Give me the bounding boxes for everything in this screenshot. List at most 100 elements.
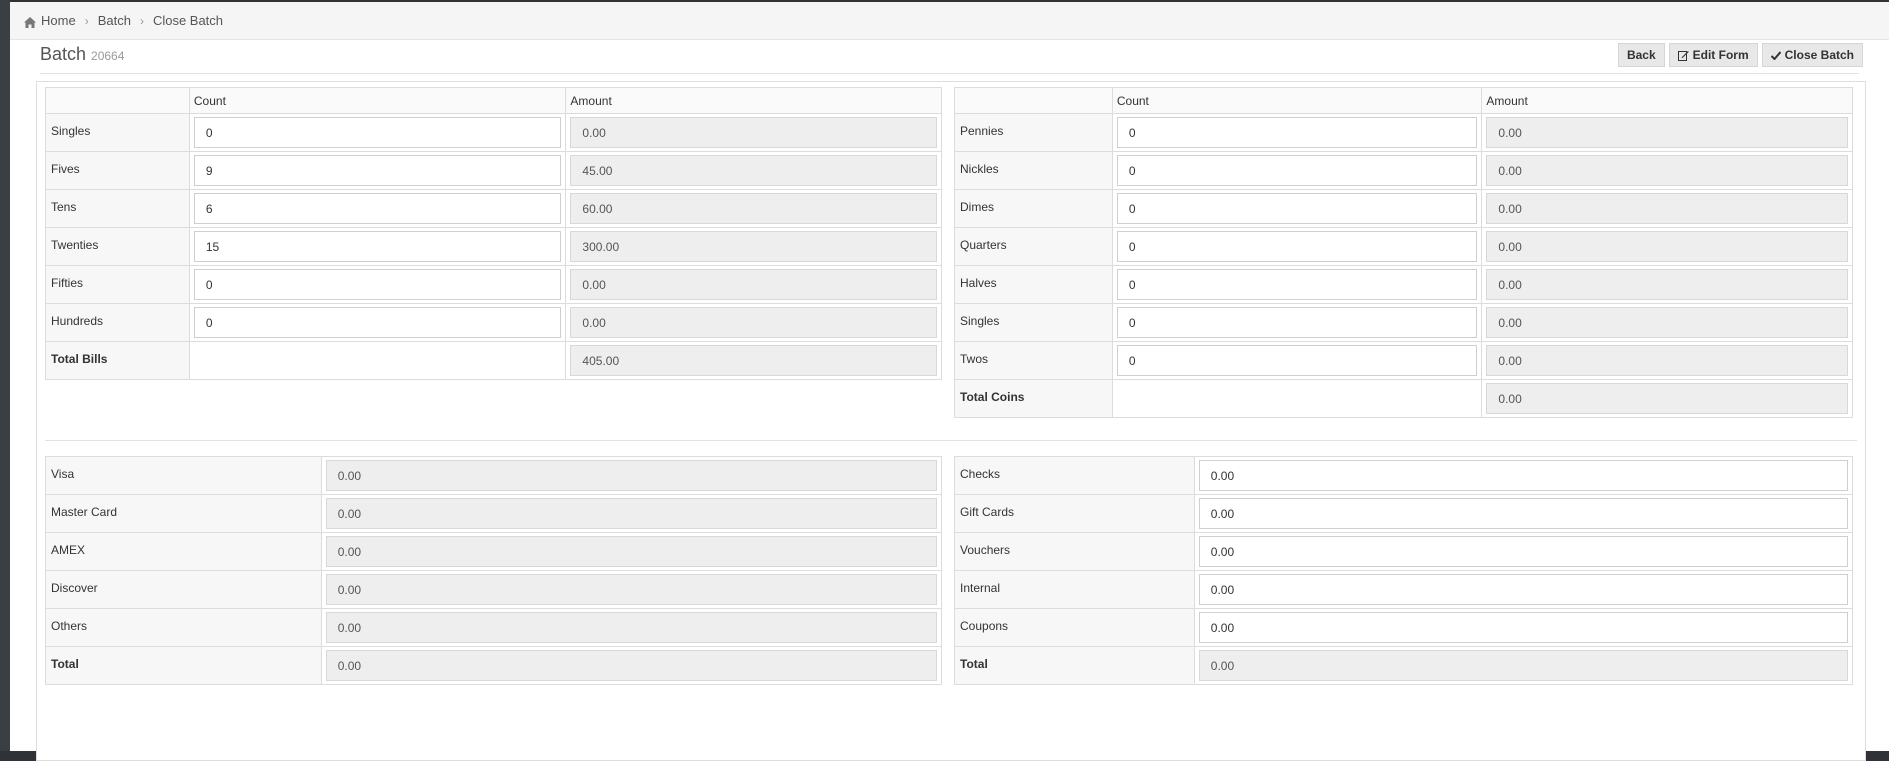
vouchers-amount-input[interactable] [1198, 536, 1848, 567]
bill-count-input[interactable] [193, 307, 562, 338]
coin-label: Dimes [954, 189, 1113, 228]
table-row: Fives [45, 151, 942, 190]
bill-amount-field [570, 193, 937, 224]
coin-label: Twos [954, 341, 1113, 380]
card-amount-field [325, 536, 937, 567]
bill-label: Singles [45, 113, 190, 152]
bill-label: Twenties [45, 227, 190, 266]
bill-label: Fives [45, 151, 190, 190]
close-batch-button[interactable]: Close Batch [1761, 43, 1863, 67]
total-bills-label: Total Bills [45, 341, 190, 380]
bill-count-input[interactable] [193, 231, 562, 262]
coins-header-blank [954, 87, 1113, 114]
bills-count-header: Count [188, 87, 567, 114]
total-coins-label: Total Coins [954, 379, 1113, 418]
card-amount-field [325, 460, 937, 491]
bills-header-row: Count Amount [45, 87, 942, 114]
card-label: Visa [45, 456, 322, 495]
table-row: Pennies [954, 113, 1853, 152]
cards-total-row: Total [45, 646, 943, 685]
edit-form-button[interactable]: Edit Form [1668, 43, 1758, 67]
coin-count-input[interactable] [1116, 307, 1478, 338]
table-row: Dimes [954, 189, 1853, 228]
coin-amount-field [1486, 231, 1848, 262]
cards-total-label: Total [45, 646, 322, 685]
bill-label: Hundreds [45, 303, 190, 342]
coin-count-input[interactable] [1116, 155, 1478, 186]
breadcrumb-batch-link[interactable]: Batch [98, 13, 131, 28]
total-coins-field [1486, 383, 1848, 414]
coins-amount-header: Amount [1481, 87, 1853, 114]
coin-count-input[interactable] [1116, 345, 1478, 376]
total-bills-field [570, 345, 937, 376]
tender-label: Gift Cards [954, 494, 1195, 533]
coins-table: Count Amount Pennies Nickles Dimes Quart… [954, 87, 1853, 418]
close-batch-button-label: Close Batch [1784, 48, 1854, 62]
coin-count-input[interactable] [1116, 193, 1478, 224]
tenders-total-row: Total [954, 646, 1854, 685]
left-sidebar-edge [0, 0, 10, 751]
coins-count-header: Count [1111, 87, 1483, 114]
coupons-amount-input[interactable] [1198, 612, 1848, 643]
batch-id: 20664 [91, 49, 125, 63]
edit-form-button-label: Edit Form [1692, 48, 1749, 62]
table-row: Quarters [954, 227, 1853, 266]
page: Home › Batch › Close Batch Batch 20664 Ba… [10, 2, 1889, 761]
bills-table: Count Amount Singles Fives Tens Twenties [45, 87, 942, 380]
table-row: Singles [954, 303, 1853, 342]
page-title: Batch 20664 [40, 44, 124, 65]
internal-amount-input[interactable] [1198, 574, 1848, 605]
breadcrumb-current: Close Batch [152, 13, 224, 28]
table-row: Discover [45, 570, 943, 609]
coin-count-input[interactable] [1116, 269, 1478, 300]
chevron-right-icon: › [139, 13, 144, 28]
home-icon [24, 16, 36, 28]
table-row: Coupons [954, 608, 1854, 647]
bill-count-input[interactable] [193, 269, 562, 300]
card-label: AMEX [45, 532, 322, 571]
coins-header-row: Count Amount [954, 87, 1853, 114]
table-row: Others [45, 608, 943, 647]
coin-amount-field [1486, 269, 1848, 300]
action-buttons: Back Edit Form Close Batch [1617, 43, 1863, 67]
breadcrumb-home-link[interactable]: Home [41, 13, 76, 28]
coin-label: Quarters [954, 227, 1113, 266]
table-row: Halves [954, 265, 1853, 304]
bills-header-blank [45, 87, 190, 114]
card-label: Discover [45, 570, 322, 609]
coin-label: Halves [954, 265, 1113, 304]
edit-icon [1677, 50, 1689, 61]
tender-label: Vouchers [954, 532, 1195, 571]
bill-count-input[interactable] [193, 193, 562, 224]
checks-amount-input[interactable] [1198, 460, 1848, 491]
coin-count-input[interactable] [1116, 231, 1478, 262]
section-divider [45, 440, 1857, 441]
card-amount-field [325, 612, 937, 643]
coin-count-input[interactable] [1116, 117, 1478, 148]
gift-cards-amount-input[interactable] [1198, 498, 1848, 529]
chevron-right-icon: › [84, 13, 89, 28]
breadcrumb: Home › Batch › Close Batch [10, 2, 1889, 40]
tender-label: Coupons [954, 608, 1195, 647]
empty-cell [1111, 379, 1483, 418]
table-row: Visa [45, 456, 943, 495]
coins-total-row: Total Coins [954, 379, 1853, 418]
coin-amount-field [1486, 345, 1848, 376]
bill-count-input[interactable] [193, 117, 562, 148]
table-row: Hundreds [45, 303, 942, 342]
batch-form-panel: Count Amount Singles Fives Tens Twenties [36, 81, 1866, 761]
bill-count-input[interactable] [193, 155, 562, 186]
coin-label: Singles [954, 303, 1113, 342]
table-row: Vouchers [954, 532, 1854, 571]
back-button[interactable]: Back [1617, 43, 1665, 67]
coin-amount-field [1486, 307, 1848, 338]
coin-amount-field [1486, 193, 1848, 224]
bills-total-row: Total Bills [45, 341, 942, 380]
table-row: Tens [45, 189, 942, 228]
table-row: Internal [954, 570, 1854, 609]
cards-table: Visa Master Card AMEX Discover Others To… [45, 456, 943, 685]
bill-amount-field [570, 155, 937, 186]
coin-amount-field [1486, 117, 1848, 148]
tender-label: Checks [954, 456, 1195, 495]
coin-label: Nickles [954, 151, 1113, 190]
